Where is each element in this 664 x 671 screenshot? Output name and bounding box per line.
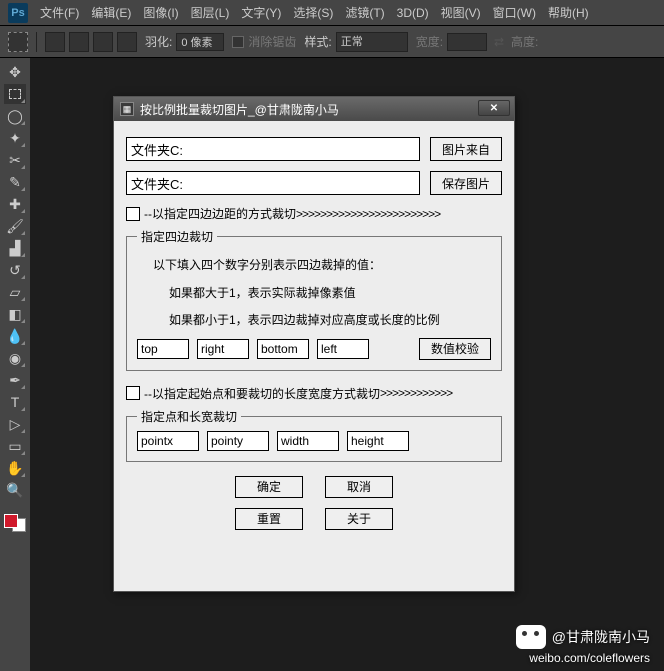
dialog-title: 按比例批量裁切图片_@甘肃陇南小马 <box>140 101 339 118</box>
save-button[interactable]: 保存图片 <box>430 171 502 195</box>
ps-logo: Ps <box>8 3 28 23</box>
move-tool[interactable]: ✥ <box>4 62 26 82</box>
menu-3d[interactable]: 3D(D) <box>397 6 429 20</box>
type-tool[interactable]: T <box>4 392 26 412</box>
hint-3: 如果都小于1，表示四边裁掉对应高度或长度的比例 <box>169 310 491 332</box>
menu-filter[interactable]: 滤镜(T) <box>345 4 384 21</box>
height-label: 高度: <box>511 33 538 50</box>
swap-icon: ⇄ <box>491 34 507 50</box>
pointy-input[interactable] <box>207 431 269 451</box>
path-tool[interactable]: ▷ <box>4 414 26 434</box>
point-mode-label: --以指定起始点和要裁切的长度宽度方式裁切 <box>144 385 380 402</box>
verify-button[interactable]: 数值校验 <box>419 338 491 360</box>
menu-edit[interactable]: 编辑(E) <box>91 4 131 21</box>
menu-file[interactable]: 文件(F) <box>40 4 79 21</box>
color-swatch[interactable] <box>4 514 26 532</box>
shape-tool[interactable]: ▭ <box>4 436 26 456</box>
eyedropper-tool[interactable]: ✎ <box>4 172 26 192</box>
width-label: 宽度: <box>416 33 443 50</box>
source-folder-input[interactable] <box>126 137 420 161</box>
tools-panel: ✥ ◯ ✦ ✂ ✎ ✚ 🖌 ▟ ↺ ▱ ◧ 💧 ◉ ✒ T ▷ ▭ ✋ 🔍 <box>0 58 30 671</box>
batch-crop-dialog: ▦ 按比例批量裁切图片_@甘肃陇南小马 ✕ 图片来自 保存图片 --以指定四边边… <box>113 96 515 592</box>
options-bar: 羽化: 消除锯齿 样式: 正常 宽度: ⇄ 高度: <box>0 26 664 58</box>
add-selection-icon[interactable] <box>69 32 89 52</box>
gradient-tool[interactable]: ◧ <box>4 304 26 324</box>
menu-view[interactable]: 视图(V) <box>441 4 481 21</box>
source-button[interactable]: 图片来自 <box>430 137 502 161</box>
menu-layer[interactable]: 图层(L) <box>191 4 230 21</box>
style-select[interactable]: 正常 <box>336 32 408 52</box>
margin-fieldset: 指定四边裁切 以下填入四个数字分别表示四边裁掉的值： 如果都大于1，表示实际裁掉… <box>126 228 502 371</box>
subtract-selection-icon[interactable] <box>93 32 113 52</box>
foreground-color[interactable] <box>4 514 18 528</box>
width-crop-input[interactable] <box>277 431 339 451</box>
point-legend: 指定点和长宽裁切 <box>137 408 241 425</box>
ok-button[interactable]: 确定 <box>235 476 303 498</box>
divider <box>36 32 37 52</box>
wand-tool[interactable]: ✦ <box>4 128 26 148</box>
history-brush-tool[interactable]: ↺ <box>4 260 26 280</box>
dialog-icon: ▦ <box>120 102 134 116</box>
heal-tool[interactable]: ✚ <box>4 194 26 214</box>
arrows-deco: >>>>>>>>>>>>>>>>>>>>>>>> <box>296 207 440 221</box>
hint-2: 如果都大于1，表示实际裁掉像素值 <box>169 283 491 305</box>
menu-select[interactable]: 选择(S) <box>293 4 333 21</box>
lasso-tool[interactable]: ◯ <box>4 106 26 126</box>
hand-tool[interactable]: ✋ <box>4 458 26 478</box>
watermark-name: @甘肃陇南小马 <box>552 627 650 647</box>
cancel-button[interactable]: 取消 <box>325 476 393 498</box>
height-crop-input[interactable] <box>347 431 409 451</box>
tool-preset-icon[interactable] <box>8 32 28 52</box>
menu-window[interactable]: 窗口(W) <box>493 4 536 21</box>
width-input <box>447 33 487 51</box>
margin-legend: 指定四边裁切 <box>137 228 217 245</box>
new-selection-icon[interactable] <box>45 32 65 52</box>
close-button[interactable]: ✕ <box>478 100 510 116</box>
stamp-tool[interactable]: ▟ <box>4 238 26 258</box>
style-label: 样式: <box>304 33 331 50</box>
save-folder-input[interactable] <box>126 171 420 195</box>
watermark: @甘肃陇南小马 <box>516 625 650 649</box>
pen-tool[interactable]: ✒ <box>4 370 26 390</box>
zoom-tool[interactable]: 🔍 <box>4 480 26 500</box>
bottom-input[interactable] <box>257 339 309 359</box>
margin-mode-label: --以指定四边边距的方式裁切 <box>144 205 296 222</box>
dodge-tool[interactable]: ◉ <box>4 348 26 368</box>
right-input[interactable] <box>197 339 249 359</box>
antialias-label: 消除锯齿 <box>248 33 296 50</box>
feather-input[interactable] <box>176 33 224 51</box>
point-fieldset: 指定点和长宽裁切 <box>126 408 502 462</box>
watermark-url: weibo.com/coleflowers <box>529 651 650 665</box>
point-mode-checkbox[interactable] <box>126 386 140 400</box>
menu-image[interactable]: 图像(I) <box>143 4 178 21</box>
hint-1: 以下填入四个数字分别表示四边裁掉的值： <box>153 255 491 277</box>
brush-tool[interactable]: 🖌 <box>4 216 26 236</box>
feather-label: 羽化: <box>145 33 172 50</box>
pointx-input[interactable] <box>137 431 199 451</box>
weibo-icon <box>516 625 546 649</box>
selection-mode-group <box>45 32 137 52</box>
marquee-tool[interactable] <box>4 84 26 104</box>
arrows-deco-2: >>>>>>>>>>>> <box>380 386 452 400</box>
top-input[interactable] <box>137 339 189 359</box>
eraser-tool[interactable]: ▱ <box>4 282 26 302</box>
menu-type[interactable]: 文字(Y) <box>241 4 281 21</box>
antialias-checkbox <box>232 36 244 48</box>
left-input[interactable] <box>317 339 369 359</box>
about-button[interactable]: 关于 <box>325 508 393 530</box>
menu-help[interactable]: 帮助(H) <box>548 4 589 21</box>
menu-bar: Ps 文件(F) 编辑(E) 图像(I) 图层(L) 文字(Y) 选择(S) 滤… <box>0 0 664 26</box>
margin-mode-checkbox[interactable] <box>126 207 140 221</box>
blur-tool[interactable]: 💧 <box>4 326 26 346</box>
dialog-titlebar[interactable]: ▦ 按比例批量裁切图片_@甘肃陇南小马 ✕ <box>114 97 514 121</box>
intersect-selection-icon[interactable] <box>117 32 137 52</box>
reset-button[interactable]: 重置 <box>235 508 303 530</box>
crop-tool[interactable]: ✂ <box>4 150 26 170</box>
